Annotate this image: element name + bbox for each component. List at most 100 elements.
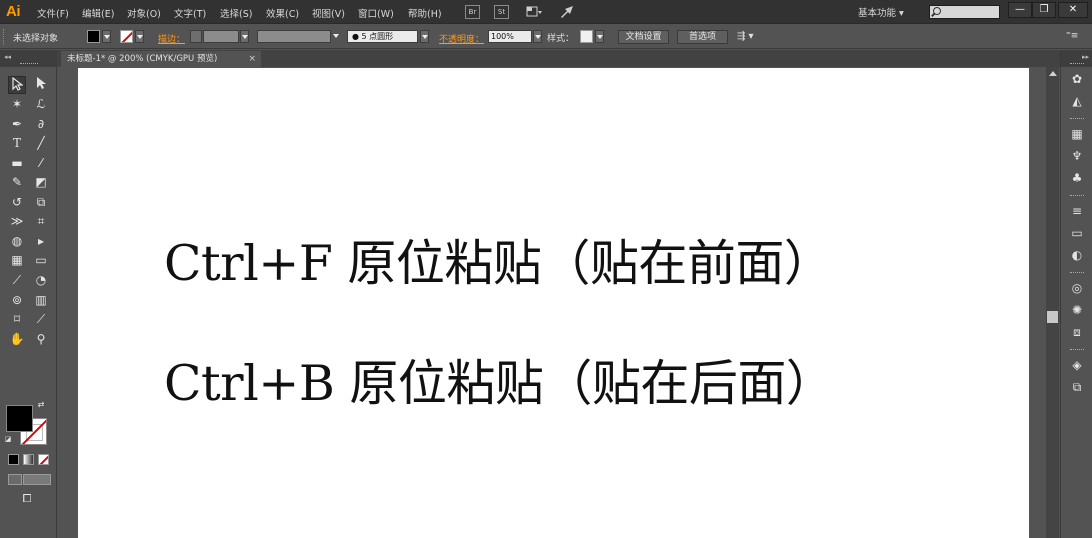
stroke-panel-link[interactable]: 描边： bbox=[158, 32, 185, 45]
opacity-panel-link[interactable]: 不透明度： bbox=[439, 32, 484, 45]
width-profile-dropdown[interactable] bbox=[332, 30, 341, 43]
text-line-paste-in-front[interactable]: Ctrl+F 原位粘贴（贴在前面） bbox=[164, 224, 833, 295]
artboard[interactable]: Ctrl+F 原位粘贴（贴在前面） Ctrl+B 原位粘贴（贴在后面） bbox=[78, 68, 1029, 538]
toolbox-grip[interactable] bbox=[20, 63, 38, 65]
color-guide-icon[interactable]: ✿ bbox=[1069, 71, 1085, 87]
color-icon[interactable]: ◭ bbox=[1069, 93, 1085, 109]
menu-type[interactable]: 文字(T) bbox=[174, 6, 206, 20]
default-colors-icon[interactable]: ◪ bbox=[3, 434, 13, 444]
stroke-icon[interactable]: ≡ bbox=[1069, 203, 1085, 219]
menu-window[interactable]: 窗口(W) bbox=[358, 6, 394, 20]
free-transform-tool-icon[interactable]: ⌗ bbox=[32, 212, 50, 230]
close-tab-icon[interactable]: × bbox=[248, 51, 256, 67]
stroke-color-swatch[interactable] bbox=[120, 30, 133, 43]
expand-panels-icon[interactable]: ▸▸ bbox=[1082, 53, 1089, 61]
brushes-icon[interactable]: ♆ bbox=[1069, 148, 1085, 164]
brush-definition-dropdown[interactable] bbox=[420, 30, 429, 43]
vertical-scrollbar[interactable] bbox=[1046, 67, 1059, 538]
appearance-icon[interactable]: ◎ bbox=[1069, 280, 1085, 296]
screen-mode-icon[interactable]: ⧠ bbox=[18, 490, 36, 508]
direct-selection-tool-icon[interactable] bbox=[32, 76, 50, 94]
collapse-toolbox-icon[interactable]: ◂◂ bbox=[4, 53, 11, 61]
canvas-area[interactable]: Ctrl+F 原位粘贴（贴在前面） Ctrl+B 原位粘贴（贴在后面） bbox=[58, 67, 1046, 538]
layers-icon[interactable]: ◈ bbox=[1069, 357, 1085, 373]
menu-object[interactable]: 对象(O) bbox=[127, 6, 161, 20]
dock-grip[interactable] bbox=[1070, 195, 1084, 196]
gradient-icon[interactable]: ▭ bbox=[1069, 225, 1085, 241]
draw-behind-icon[interactable] bbox=[23, 474, 51, 485]
text-line-paste-in-back[interactable]: Ctrl+B 原位粘贴（贴在后面） bbox=[164, 344, 835, 415]
scroll-thumb[interactable] bbox=[1047, 311, 1058, 323]
blend-tool-icon[interactable]: ◔ bbox=[32, 271, 50, 289]
magic-wand-tool-icon[interactable]: ✶ bbox=[8, 95, 26, 113]
rotate-tool-icon[interactable]: ↺ bbox=[8, 193, 26, 211]
pen-tool-icon[interactable]: ✒ bbox=[8, 115, 26, 133]
stroke-weight-dropdown[interactable] bbox=[240, 30, 249, 43]
column-graph-tool-icon[interactable]: ▥ bbox=[32, 291, 50, 309]
none-mode-icon[interactable] bbox=[38, 454, 49, 465]
panel-menu-icon[interactable]: ⁼≡ bbox=[1066, 31, 1078, 41]
swatches-icon[interactable]: ▦ bbox=[1069, 126, 1085, 142]
brush-definition[interactable]: ● 5 点圆形 bbox=[347, 30, 418, 43]
symbols-icon[interactable]: ♣ bbox=[1069, 170, 1085, 186]
gradient-mode-icon[interactable] bbox=[23, 454, 34, 465]
slice-tool-icon[interactable]: ⟋ bbox=[32, 310, 50, 328]
stroke-weight-input[interactable] bbox=[203, 30, 239, 43]
dock-grip[interactable] bbox=[1070, 63, 1084, 64]
drawing-mode-icon[interactable] bbox=[8, 474, 22, 485]
stroke-dropdown-arrow[interactable] bbox=[135, 30, 144, 43]
document-tab[interactable]: 未标题-1* @ 200% (CMYK/GPU 预览) × bbox=[61, 51, 261, 67]
hand-tool-icon[interactable]: ✋ bbox=[8, 330, 26, 348]
dock-grip[interactable] bbox=[1070, 272, 1084, 273]
workspace-switcher[interactable]: 基本功能 ▾ bbox=[858, 5, 904, 19]
lasso-tool-icon[interactable]: ℒ bbox=[32, 95, 50, 113]
menu-effect[interactable]: 效果(C) bbox=[266, 6, 299, 20]
dock-grip[interactable] bbox=[1070, 118, 1084, 119]
paintbrush-tool-icon[interactable]: ⁄ bbox=[32, 154, 50, 172]
opacity-input[interactable]: 100% bbox=[488, 30, 532, 43]
help-search-input[interactable] bbox=[929, 5, 1000, 19]
artboards-icon[interactable]: ⧉ bbox=[1069, 379, 1085, 395]
artboard-tool-icon[interactable]: ⌑ bbox=[8, 310, 26, 328]
scroll-up-icon[interactable] bbox=[1049, 71, 1057, 76]
asset-export-icon[interactable]: ⧈ bbox=[1069, 324, 1085, 340]
perspective-grid-tool-icon[interactable]: ▸ bbox=[32, 232, 50, 250]
fill-color-box[interactable] bbox=[6, 405, 33, 432]
dock-grip[interactable] bbox=[1070, 349, 1084, 350]
restore-button[interactable]: ❐ bbox=[1032, 2, 1056, 18]
document-setup-button[interactable]: 文档设置 bbox=[618, 30, 669, 44]
selection-tool-icon[interactable] bbox=[8, 76, 26, 94]
zoom-tool-icon[interactable]: ⚲ bbox=[32, 330, 50, 348]
arrange-documents-icon[interactable] bbox=[526, 5, 542, 19]
width-tool-icon[interactable]: ≫ bbox=[8, 212, 26, 230]
eyedropper-tool-icon[interactable]: ⟋ bbox=[8, 271, 26, 289]
transparency-icon[interactable]: ◐ bbox=[1069, 247, 1085, 263]
menu-edit[interactable]: 编辑(E) bbox=[82, 6, 114, 20]
menu-file[interactable]: 文件(F) bbox=[37, 6, 69, 20]
type-tool-icon[interactable]: T bbox=[8, 134, 26, 152]
fill-color-swatch[interactable] bbox=[87, 30, 100, 43]
control-bar-grip[interactable] bbox=[3, 29, 5, 45]
rectangle-tool-icon[interactable]: ▬ bbox=[8, 154, 26, 172]
swap-fill-stroke-icon[interactable]: ⇄ bbox=[36, 400, 46, 410]
graphic-style-swatch[interactable] bbox=[580, 30, 593, 43]
curvature-tool-icon[interactable]: ∂ bbox=[32, 115, 50, 133]
graphic-style-dropdown[interactable] bbox=[595, 30, 604, 43]
bridge-button[interactable]: Br bbox=[465, 5, 480, 19]
mesh-tool-icon[interactable]: ▦ bbox=[8, 251, 26, 269]
gradient-tool-icon[interactable]: ▭ bbox=[32, 251, 50, 269]
stroke-weight-stepper[interactable] bbox=[190, 30, 202, 43]
variable-width-profile[interactable] bbox=[257, 30, 331, 43]
shape-builder-tool-icon[interactable]: ◍ bbox=[8, 232, 26, 250]
menu-view[interactable]: 视图(V) bbox=[312, 6, 345, 20]
minimize-button[interactable]: — bbox=[1008, 2, 1032, 18]
eraser-tool-icon[interactable]: ◩ bbox=[32, 173, 50, 191]
pencil-tool-icon[interactable]: ✎ bbox=[8, 173, 26, 191]
fill-dropdown-arrow[interactable] bbox=[102, 30, 111, 43]
graphic-styles-icon[interactable]: ✺ bbox=[1069, 302, 1085, 318]
menu-help[interactable]: 帮助(H) bbox=[408, 6, 442, 20]
close-button[interactable]: ✕ bbox=[1058, 2, 1088, 18]
preferences-button[interactable]: 首选项 bbox=[677, 30, 728, 44]
color-mode-icon[interactable] bbox=[8, 454, 19, 465]
gpu-performance-icon[interactable] bbox=[559, 5, 575, 19]
